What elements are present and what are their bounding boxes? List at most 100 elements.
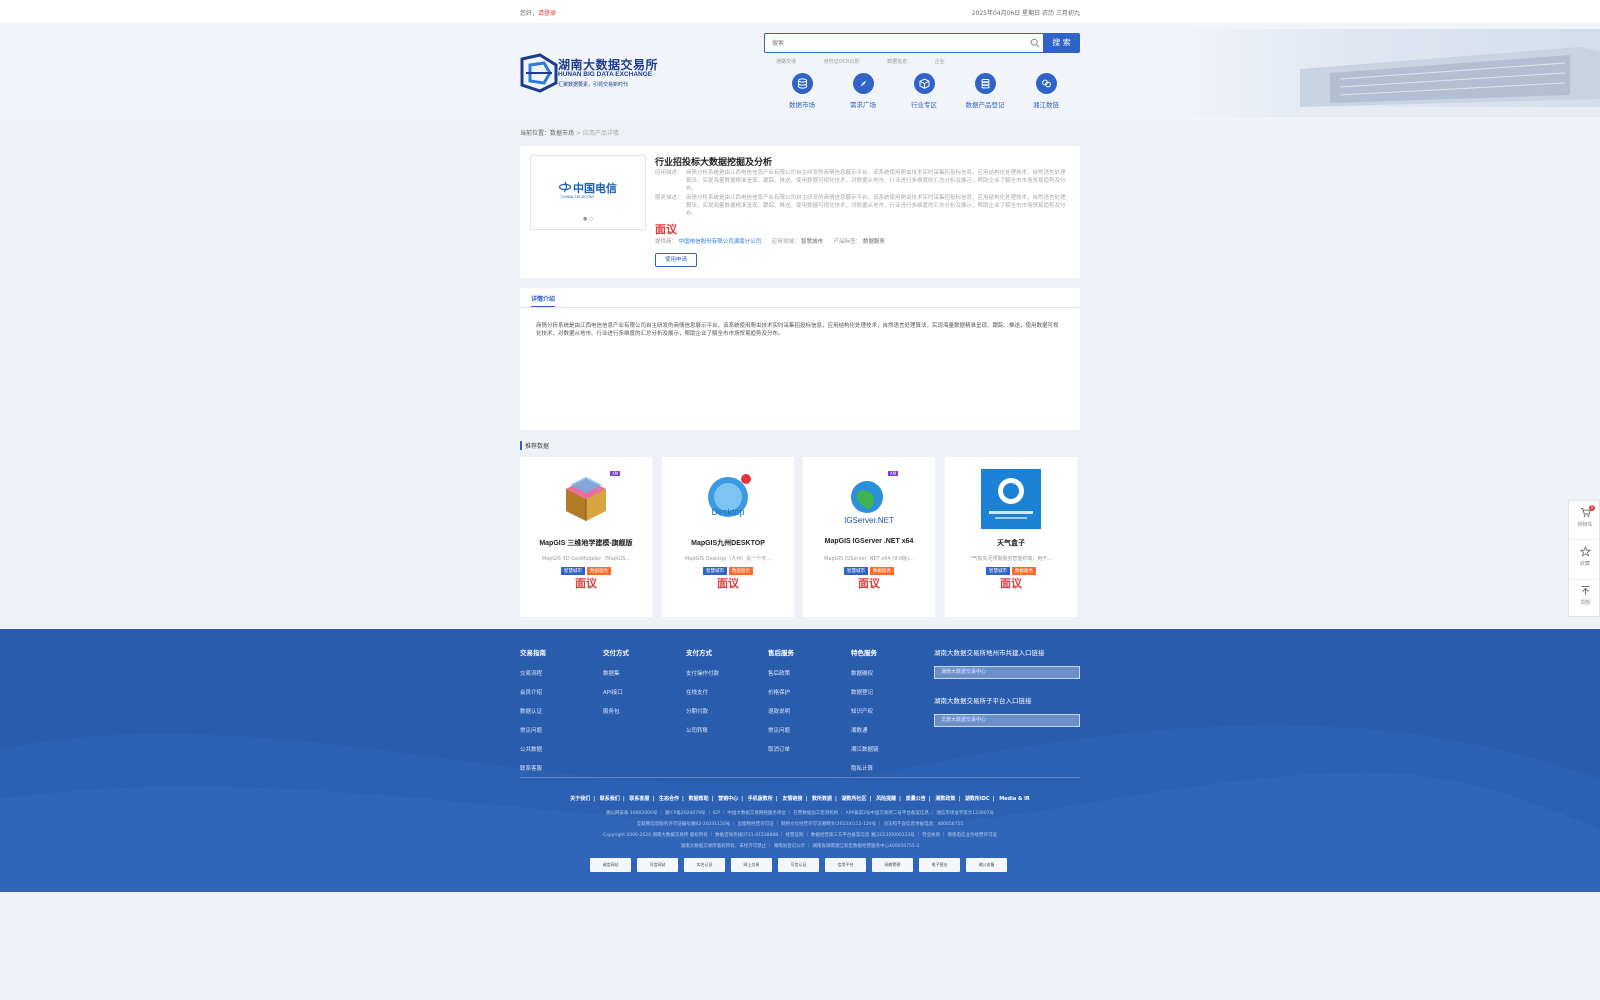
footer-link[interactable]: 常见问题 (768, 726, 848, 734)
info-value: 商情分析系统是由江西电信信息产业有限公司自主研发的商情信息展示平台，该系统使用爬… (686, 170, 1066, 192)
footer-bottom-link[interactable]: 风险提醒 (876, 796, 896, 802)
footer-bottom-link[interactable]: 生态合作 (659, 796, 679, 802)
card-tag: 数据服务 (1012, 567, 1036, 575)
login-link[interactable]: 请登录 (538, 10, 556, 17)
footer-link[interactable]: 在线支付 (686, 688, 766, 696)
side-divider (1569, 579, 1600, 580)
footer-link[interactable]: 服务包 (603, 707, 683, 715)
footer-link[interactable]: 隐私计算 (851, 764, 931, 772)
info-key: 应用描述： (655, 170, 683, 176)
footer-bottom-link[interactable]: 关于我们 (570, 796, 590, 802)
info-key: 服务描述： (655, 195, 683, 201)
carousel-dots[interactable]: ● ○ (583, 216, 593, 222)
card-tag: 智慧城市 (986, 567, 1010, 575)
footer-link[interactable]: 公司转账 (686, 726, 766, 734)
footer-link[interactable]: 会员介绍 (520, 688, 600, 696)
footer-bottom-link[interactable]: 湖数所社区 (842, 796, 867, 802)
footer-link[interactable]: 退款说明 (768, 707, 848, 715)
footer-bottom-link[interactable]: 质量公告 (906, 796, 926, 802)
footer-bottom-link[interactable]: 湘数政策 (935, 796, 955, 802)
hotword-link[interactable]: 身份证OCR识别 (824, 59, 860, 65)
nav-item-data-market[interactable]: 数据市场 (772, 73, 832, 109)
svg-text:Desktop: Desktop (711, 507, 744, 517)
tag-label: 产品标签： (833, 239, 862, 245)
search-button[interactable]: 搜 索 (1043, 33, 1080, 53)
side-fav-button[interactable]: 收藏 (1569, 546, 1600, 567)
recommend-card[interactable]: Desktop MapGIS九州DESKTOP MapGIS Desktop（九… (662, 457, 794, 617)
footer-bottom-link[interactable]: Media & IR (999, 796, 1030, 802)
trust-badge[interactable]: 可信认证 (778, 858, 819, 872)
thumb-logo-en: CHINA TELECOM (561, 194, 594, 199)
recommend-card[interactable]: 天气盒子 “气象实况预警服务智能终端，用于... 智慧城市 数据服务 面议 (945, 457, 1077, 617)
tab-details[interactable]: 详情介绍 (531, 294, 556, 308)
trust-badge[interactable]: 网络警察 (872, 858, 913, 872)
cube-icon (913, 73, 935, 94)
trust-badge[interactable]: 实名认证 (684, 858, 725, 872)
recommend-card[interactable]: XM MapGIS 三维地学建模-旗舰版 MapGIS 3D GeoModele… (520, 457, 652, 617)
breadcrumb-link[interactable]: 数据市场 (550, 130, 574, 137)
footer-link[interactable]: 湘江数据链 (851, 745, 931, 753)
footer-link[interactable]: 分期付款 (686, 707, 766, 715)
footer-link[interactable]: 知识产权 (851, 707, 931, 715)
hotword-link[interactable]: 企业 (935, 59, 945, 65)
trust-badge[interactable]: 电子营业 (919, 858, 960, 872)
footer-link[interactable]: 公共数据 (520, 745, 600, 753)
card-name: MapGIS 三维地学建模-旗舰版 (539, 540, 633, 547)
trust-badge[interactable]: 湘公安备 (966, 858, 1007, 872)
footer-bottom-link[interactable]: 数所数据 (812, 796, 832, 802)
footer-link[interactable]: 数据登记 (851, 688, 931, 696)
brand-logo[interactable]: 湖南大数据交易所 HUNAN BIG DATA EXCHANGE 汇聚数据要素，… (520, 51, 670, 95)
footer-link[interactable]: 交易流程 (520, 669, 600, 677)
footer-link[interactable]: 联系客服 (520, 764, 600, 772)
hotword-link[interactable]: 数据信息 (887, 59, 907, 65)
footer-bottom-link[interactable]: 营销中心 (718, 796, 738, 802)
card-tag: 数据服务 (587, 567, 611, 575)
nav-item-xiangjiang-chain[interactable]: 湘江数链 (1016, 73, 1076, 109)
footer-bottom-link[interactable]: 友情链接 (782, 796, 802, 802)
footer-link[interactable]: 支付操作付款 (686, 669, 766, 677)
nav-item-product-registry[interactable]: 数据产品登记 (955, 73, 1015, 109)
side-top-button[interactable]: 顶部 (1569, 585, 1600, 606)
recommend-card[interactable]: IGServer.NET XM MapGIS IGServer .NET x64… (803, 457, 935, 617)
footer-link[interactable]: 取消订单 (768, 745, 848, 753)
hotword-link[interactable]: 通路交通 (776, 59, 796, 65)
footer-bottom-link[interactable]: 手机版数所 (748, 796, 773, 802)
nav-label: 需求广场 (850, 101, 876, 109)
nav-item-industry-zone[interactable]: 行业专区 (894, 73, 954, 109)
footer-col-title: 售后服务 (768, 649, 794, 657)
product-panel: 中国电信 CHINA TELECOM ● ○ 行业招投标大数据挖掘及分析 应用描… (520, 146, 1080, 278)
footer-link[interactable]: 常见问题 (520, 726, 600, 734)
apply-button[interactable]: 使用申请 (655, 253, 697, 267)
card-tag: 智慧城市 (844, 567, 868, 575)
footer-link[interactable]: 数据确权 (851, 669, 931, 677)
footer-link[interactable]: 数据集 (603, 669, 683, 677)
provider-link[interactable]: 中国电信股份有限公司湖南分公司 (679, 239, 762, 245)
product-app-desc: 应用描述： 商情分析系统是由江西电信信息产业有限公司自主研发的商情信息展示平台，… (655, 169, 1067, 193)
footer-bottom-link[interactable]: 数据帮助 (689, 796, 709, 802)
footer-link[interactable]: 数据认证 (520, 707, 600, 715)
card-tag: 数据服务 (870, 567, 894, 575)
footer-link[interactable]: API接口 (603, 688, 683, 696)
building-illustration (1180, 29, 1600, 117)
trust-badge[interactable]: 可信网站 (637, 858, 678, 872)
footer-link[interactable]: 湘数通 (851, 726, 931, 734)
mapgis-desktop-icon: Desktop (708, 474, 751, 517)
partner-select[interactable]: 湖南大数据交易中心 (934, 666, 1080, 679)
side-cart-button[interactable]: 购物车 (1569, 507, 1600, 528)
product-thumbnail[interactable]: 中国电信 CHINA TELECOM ● ○ (530, 155, 646, 230)
trust-badge[interactable]: 诚信网站 (590, 858, 631, 872)
search-input[interactable] (765, 34, 1015, 52)
footer-bottom-link[interactable]: 联系客服 (629, 796, 649, 802)
nav-item-demand-square[interactable]: 需求广场 (833, 73, 893, 109)
partner-select[interactable]: 文旅大数据交易中心 (934, 714, 1080, 727)
search-icon[interactable] (1030, 38, 1040, 48)
product-badge: XM (610, 471, 621, 476)
footer-link[interactable]: 售后政策 (768, 669, 848, 677)
footer-bottom-link[interactable]: 湖数所IDC (965, 796, 990, 802)
footer-license-line: 互联网信息服务许可证编号湘B2-20231150号 ｜ 出版物经营许可证 ｜ 网… (636, 822, 964, 827)
trust-badge[interactable]: 网上交易 (731, 858, 772, 872)
trust-badge[interactable]: 信用平台 (825, 858, 866, 872)
date-display: 2025年04月06日 星期日 农历 三月初九 (971, 10, 1080, 17)
footer-link[interactable]: 价格保护 (768, 688, 848, 696)
footer-bottom-link[interactable]: 联系我们 (600, 796, 620, 802)
